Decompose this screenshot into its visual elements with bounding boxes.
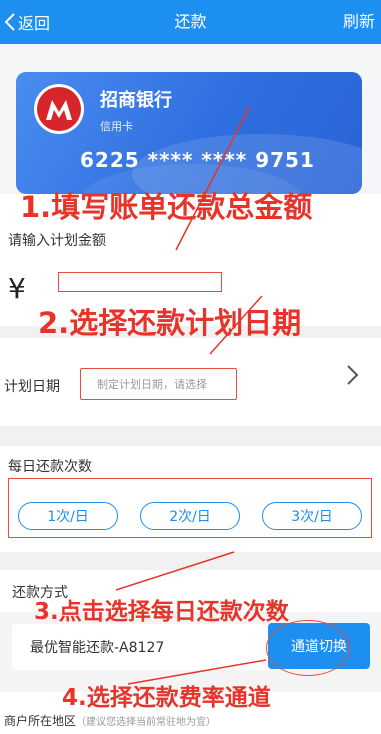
bank-card: 招商银行 信用卡 6225 **** **** 9751 <box>16 72 362 194</box>
annotation-step-2: 2.选择还款计划日期 <box>38 306 302 340</box>
annotation-step-3: 3.点击选择每日还款次数 <box>34 599 289 625</box>
bank-name: 招商银行 <box>100 90 172 111</box>
currency-symbol: ¥ <box>8 272 26 305</box>
amount-label: 请输入计划金额 <box>8 233 106 249</box>
region-hint: （建议您选择当前常驻地为宜） <box>76 717 217 728</box>
frequency-option-3[interactable]: 3次/日 <box>262 502 362 530</box>
switch-highlight-circle <box>266 620 350 676</box>
frequency-label: 每日还款次数 <box>8 459 92 475</box>
annotation-step-4: 4.选择还款费率通道 <box>62 685 271 711</box>
region-label[interactable]: 商户所在地区（建议您选择当前常驻地为宜） <box>4 712 216 729</box>
bank-logo-icon <box>34 84 84 134</box>
chevron-right-icon[interactable] <box>345 364 359 386</box>
card-type: 信用卡 <box>100 120 133 133</box>
plan-date-label: 计划日期 <box>4 379 60 395</box>
section-divider <box>0 552 381 570</box>
page-title: 还款 <box>174 12 207 31</box>
plan-date-input[interactable]: 制定计划日期，请选择 <box>80 368 237 400</box>
region-label-text: 商户所在地区 <box>4 714 77 728</box>
method-value: 最优智能还款-A8127 <box>30 640 165 656</box>
refresh-button[interactable]: 刷新 <box>343 0 375 44</box>
frequency-option-2[interactable]: 2次/日 <box>140 502 240 530</box>
section-divider <box>0 426 381 446</box>
annotation-step-1: 1.填写账单还款总金额 <box>20 190 313 224</box>
card-number: 6225 **** **** 9751 <box>80 148 315 172</box>
frequency-option-1[interactable]: 1次/日 <box>18 502 118 530</box>
header-bar: 返回 还款 刷新 <box>0 0 381 44</box>
amount-input[interactable] <box>58 272 222 292</box>
